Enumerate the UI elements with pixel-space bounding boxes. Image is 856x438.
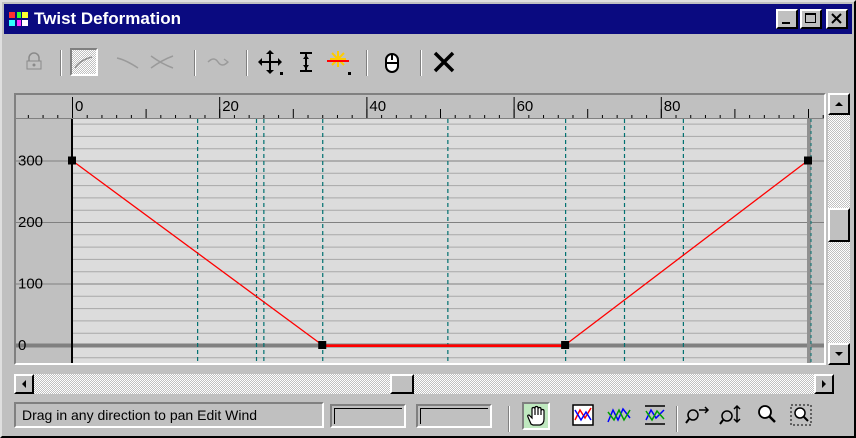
status-prompt: Drag in any direction to pan Edit Wind (14, 402, 324, 428)
twist-deformation-window: Twist Deformation 0 20 40 60 80 300 200 … (0, 0, 856, 438)
minimize-button[interactable] (776, 9, 798, 29)
edit-window[interactable]: 300 200 100 0 (16, 111, 824, 363)
y-tick-label: 0 (18, 337, 26, 354)
linear-curve-icon[interactable] (70, 48, 98, 76)
y-tick-label: 300 (18, 153, 43, 170)
scroll-down-button[interactable] (828, 343, 850, 365)
maximize-button[interactable] (800, 9, 822, 29)
title-bar[interactable]: Twist Deformation (4, 4, 852, 34)
y-tick-label: 200 (18, 214, 43, 231)
x-tick-label: 60 (517, 98, 534, 115)
zoom-horizontal-icon[interactable] (684, 402, 712, 430)
insert-corner-point-icon[interactable] (324, 48, 352, 76)
horizontal-scroll-thumb[interactable] (390, 374, 414, 394)
window-title: Twist Deformation (34, 9, 182, 28)
app-icon (8, 10, 30, 28)
crossed-curves-icon[interactable] (148, 48, 176, 76)
swap-deform-curves-icon[interactable] (204, 48, 232, 76)
x-tick-label: 20 (222, 98, 239, 115)
vertical-scroll-thumb[interactable] (828, 208, 850, 242)
lock-icon[interactable] (20, 48, 48, 76)
horizontal-scrollbar[interactable] (14, 374, 834, 394)
vertical-scrollbar[interactable] (828, 93, 850, 365)
zoom-vertical-extents-icon[interactable] (642, 402, 670, 430)
x-tick-label: 40 (369, 98, 386, 115)
scroll-right-button[interactable] (814, 374, 834, 394)
control-point[interactable] (561, 341, 570, 349)
zoom-region-icon[interactable] (788, 402, 816, 430)
frame-ruler[interactable]: 0 20 40 60 80 (16, 95, 824, 119)
zoom-vertical-icon[interactable] (718, 402, 746, 430)
x-tick-label: 0 (75, 98, 83, 115)
control-point[interactable] (318, 341, 327, 349)
toolbar (6, 40, 850, 80)
control-point[interactable] (68, 156, 76, 165)
reset-curve-icon[interactable] (378, 48, 406, 76)
x-tick-label: 80 (664, 98, 681, 115)
delete-control-point-icon[interactable] (430, 48, 458, 76)
scroll-left-button[interactable] (14, 374, 34, 394)
pan-hand-icon[interactable] (522, 402, 550, 430)
falloff-curve-icon[interactable] (114, 48, 142, 76)
scale-control-point-icon[interactable] (292, 48, 320, 76)
zoom-horizontal-extents-icon[interactable] (606, 402, 634, 430)
zoom-extents-icon[interactable] (570, 402, 598, 430)
y-value-field[interactable] (416, 404, 492, 428)
close-button[interactable] (826, 9, 848, 29)
move-control-point-icon[interactable] (256, 48, 284, 76)
y-tick-label: 100 (18, 276, 43, 293)
control-point[interactable] (804, 156, 812, 165)
x-value-field[interactable] (330, 404, 406, 428)
scroll-up-button[interactable] (828, 93, 850, 115)
zoom-icon[interactable] (754, 402, 782, 430)
